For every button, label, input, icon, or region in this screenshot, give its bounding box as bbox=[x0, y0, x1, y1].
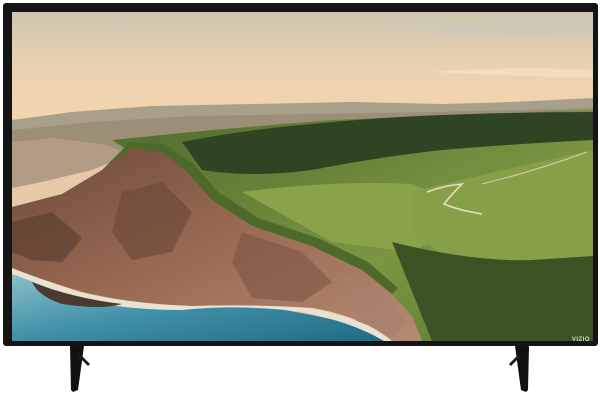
tv-stand-left bbox=[64, 346, 90, 392]
tv-bezel: VIZIO bbox=[3, 3, 598, 346]
tv-screen bbox=[12, 12, 593, 341]
brand-logo: VIZIO bbox=[571, 337, 590, 343]
coastal-landscape-image bbox=[12, 12, 593, 341]
tv-stand-right bbox=[509, 346, 535, 392]
product-image: VIZIO bbox=[0, 0, 600, 414]
